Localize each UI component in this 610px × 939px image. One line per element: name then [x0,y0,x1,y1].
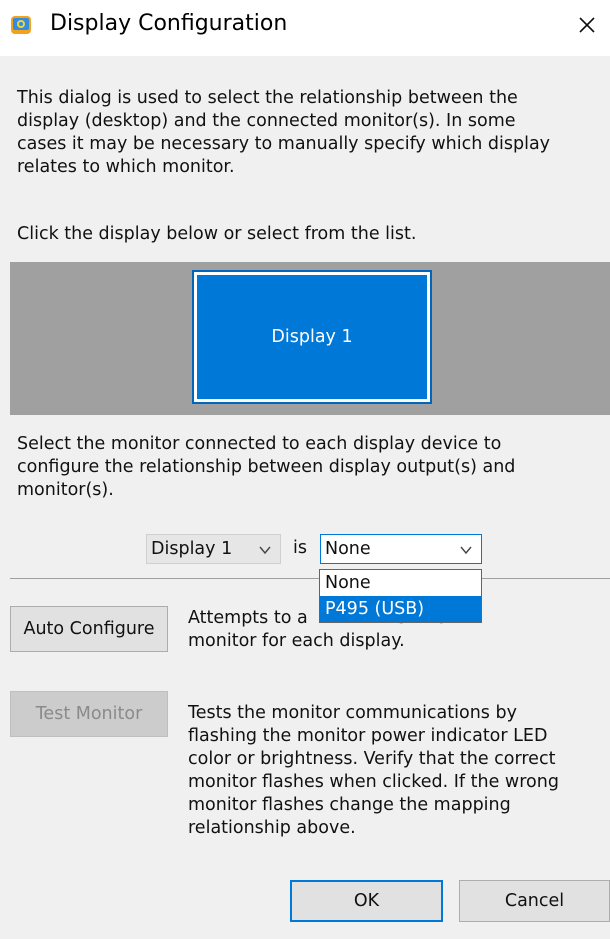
monitor-select[interactable]: None [320,534,482,564]
monitor-option-p495[interactable]: P495 (USB) [320,596,481,622]
display-layout-area: Display 1 [10,262,610,415]
is-label: is [293,538,307,558]
monitor-dropdown-list: None P495 (USB) [319,569,482,623]
auto-configure-button[interactable]: Auto Configure [10,606,168,652]
test-monitor-description: Tests the monitor communications by flas… [188,703,559,838]
divider [10,578,610,579]
intro-text: This dialog is used to select the relati… [17,88,551,177]
instruction-text: Click the display below or select from t… [17,224,417,244]
close-icon [579,17,595,33]
close-button[interactable] [564,0,610,50]
display-config-app-icon [10,14,32,36]
chevron-down-icon [460,546,472,555]
chevron-down-icon [259,546,271,555]
ok-button[interactable]: OK [290,880,443,922]
monitor-select-value: None [325,539,371,559]
display-tile-1[interactable]: Display 1 [192,270,432,404]
cancel-button[interactable]: Cancel [459,880,610,922]
display-select-value: Display 1 [151,539,233,559]
window-title: Display Configuration [50,11,288,36]
select-monitor-text: Select the monitor connected to each dis… [17,434,516,500]
title-bar: Display Configuration [0,0,610,56]
monitor-option-none[interactable]: None [320,570,481,596]
display-select[interactable]: Display 1 [146,534,281,564]
test-monitor-button[interactable]: Test Monitor [10,691,168,737]
